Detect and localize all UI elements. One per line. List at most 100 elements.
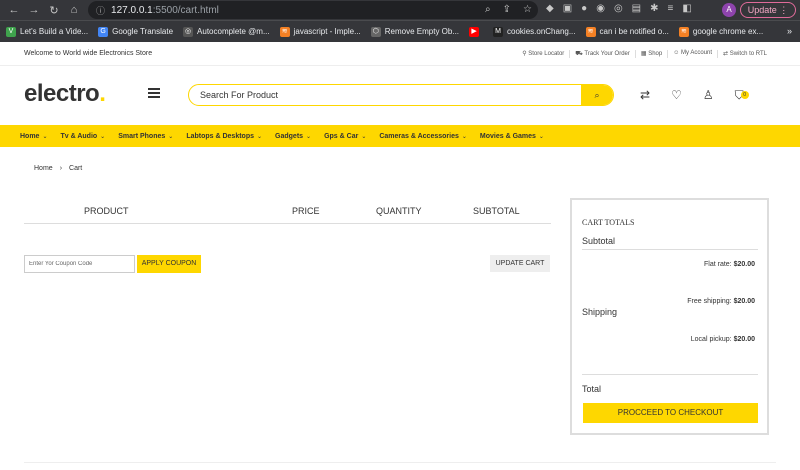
shop-link[interactable]: ▦ Shop [634,50,667,58]
star-icon[interactable]: ☆ [523,4,532,15]
apply-coupon-button[interactable]: APPLY COUPON [137,255,201,273]
menu-item[interactable]: Smart Phones ⌄ [118,133,173,140]
extension-icon[interactable]: ● [581,3,587,14]
cart-count-badge: 0 [740,91,749,99]
bookmark-item[interactable]: ≋ javascript - Imple... [279,26,361,37]
coupon-code-input[interactable] [24,255,135,273]
chevron-down-icon: ⌄ [257,133,263,140]
back-icon[interactable]: ← [6,4,22,16]
home-icon[interactable]: ⌂ [66,4,82,16]
store-locator-label: Store Locator [528,51,565,57]
reading-list-icon[interactable]: ≡ [668,3,674,14]
divider [582,249,758,250]
browser-update-button[interactable]: Update ⋮ [740,2,796,18]
search-icon: ⌕ [594,89,600,100]
chevron-down-icon: ⌄ [168,133,174,140]
bookmark-item[interactable]: Mcookies.onChang... [493,26,576,37]
menu-item-label: Movies & Games [479,132,536,140]
bookmark-item[interactable]: V Let's Build a Vide... [6,26,88,37]
side-panel-icon[interactable]: ◧ [682,3,691,14]
bookmark-favicon-icon: ▶ [469,26,480,37]
subtotal-label: Subtotal [582,236,616,246]
bookmark-favicon-icon: V [6,26,16,37]
user-icon[interactable]: ♙ [703,88,714,103]
chevron-down-icon: ⌄ [361,133,367,140]
search-button[interactable]: ⌕ [581,85,613,105]
site-logo[interactable]: electro. [24,80,106,108]
breadcrumb-current: Cart [69,165,83,172]
proceed-to-checkout-button[interactable]: PROCCEED TO CHECKOUT [583,403,758,423]
bookmark-item[interactable]: ⬡ Remove Empty Ob... [370,26,460,37]
bookmark-favicon-icon: ≋ [585,26,596,37]
menu-item[interactable]: Gps & Car ⌄ [324,133,366,140]
bookmark-item[interactable]: ◎ Autocomplete @m... [183,26,270,37]
bookmark-label: Remove Empty Ob... [384,27,460,36]
switch-rtl-label: Switch to RTL [729,51,767,57]
bookmark-favicon-icon: M [493,26,504,37]
compare-icon[interactable]: ⇄ [640,88,650,103]
wishlist-heart-icon[interactable]: ♡ [671,88,682,103]
bookmark-item[interactable]: G Google Translate [98,26,173,37]
track-order-label: Track Your Order [584,51,630,57]
col-price: PRICE [292,206,320,216]
extension-icon[interactable]: ◎ [614,3,623,14]
extensions-area: ◆ ▣ ● ◉ ◎ ▤ ✱ ≡ ◧ [546,3,692,14]
menu-item-label: Cameras & Accessories [379,132,459,140]
store-locator-link[interactable]: ⚲ Store Locator [517,50,569,58]
extension-icon[interactable]: ▤ [632,3,641,14]
url-host: 127.0.0.1 [111,4,153,16]
header-icons: ⇄ ♡ ♙ ⛉ 0 [640,88,749,103]
profile-avatar[interactable]: A [722,3,736,17]
total-label: Total [582,384,602,394]
update-cart-button[interactable]: UPDATE CART [490,255,550,272]
shipping-option-flat-rate[interactable]: Flat rate: $20.00 [704,261,755,268]
menu-item[interactable]: Movies & Games ⌄ [480,133,544,140]
bookmark-item[interactable]: ▶ [469,26,483,37]
extension-icon[interactable]: ◆ [546,3,554,14]
extension-icon[interactable]: ◉ [596,3,605,14]
bookmark-favicon-icon: ≋ [678,26,689,37]
reload-icon[interactable]: ↻ [46,4,62,17]
search-bar: ⌕ [188,84,614,106]
cart-table-header: PRODUCT PRICE QUANTITY SUBTOTAL [24,200,551,224]
bookmark-label: cookies.onChang... [507,27,576,36]
chevron-down-icon: ⌄ [306,133,312,140]
bookmark-item[interactable]: ≋ can i be notified o... [585,26,669,37]
breadcrumb-home[interactable]: Home [34,165,53,172]
hamburger-menu-icon[interactable] [148,88,160,98]
menu-item-label: Gps & Car [324,132,359,140]
address-bar[interactable]: ⓘ 127.0.0.1:5500/cart.html ⌕ ⇪ ☆ [88,1,538,19]
bookmark-favicon-icon: ◎ [183,26,194,37]
chevron-down-icon: ⌄ [42,133,48,140]
divider [582,374,758,375]
menu-item[interactable]: Home ⌄ [20,133,47,140]
main-menu: Home ⌄ Tv & Audio ⌄ Smart Phones ⌄ Labtops & D… [0,125,800,147]
menu-item[interactable]: Labtops & Desktops ⌄ [186,133,262,140]
logo-text: electro [24,80,100,107]
menu-item[interactable]: Gadgets ⌄ [275,133,311,140]
cart-icon[interactable]: ⛉ 0 [735,88,749,103]
top-links: ⚲ Store Locator ⛟ Track Your Order ▦ Sho… [517,50,772,58]
menu-item[interactable]: Tv & Audio ⌄ [60,133,105,140]
info-icon[interactable]: ⓘ [96,4,105,17]
menu-item-label: Tv & Audio [60,132,98,140]
extension-icon[interactable]: ▣ [563,3,572,14]
zoom-icon[interactable]: ⌕ [485,4,491,15]
breadcrumb-separator: › [59,165,63,172]
track-order-link[interactable]: ⛟ Track Your Order [569,50,635,58]
menu-item[interactable]: Cameras & Accessories ⌄ [379,133,467,140]
shipping-option-free[interactable]: Free shipping: $20.00 [687,298,755,305]
site-topbar: Welcome to World wide Electronics Store … [0,42,800,66]
my-account-link[interactable]: ☺ My Account [667,50,717,58]
bookmark-favicon-icon: ≋ [279,26,290,37]
bookmark-item[interactable]: ≋ google chrome ex... [678,26,764,37]
logo-dot: . [99,80,106,107]
bookmarks-more[interactable]: » [787,26,792,36]
bookmark-label: google chrome ex... [692,27,764,36]
search-input[interactable] [189,90,581,100]
forward-icon[interactable]: → [26,4,42,16]
share-icon[interactable]: ⇪ [503,4,511,15]
puzzle-icon[interactable]: ✱ [650,3,658,14]
switch-rtl-link[interactable]: ⇄ Switch to RTL [717,50,772,58]
shipping-option-local-pickup[interactable]: Local pickup: $20.00 [691,336,755,343]
